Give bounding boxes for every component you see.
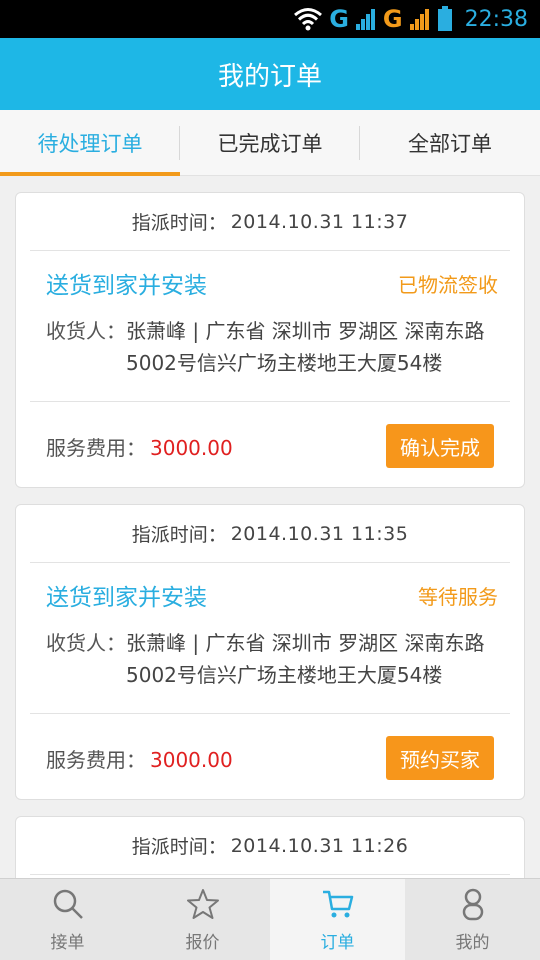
assign-time-value: 2014.10.31 11:37 (230, 210, 409, 233)
assign-time-value: 2014.10.31 11:35 (230, 522, 409, 545)
nav-item-orders[interactable]: 订单 (270, 879, 405, 960)
cart-icon (321, 887, 355, 926)
status-bar: G G 22:38 (0, 0, 540, 38)
page-title: 我的订单 (217, 61, 322, 92)
tab-pending[interactable]: 待处理订单 (0, 110, 180, 176)
nav-item-me[interactable]: 我的 (405, 879, 540, 960)
receiver-label: 收货人： (46, 319, 126, 343)
network-type-1: G (329, 5, 349, 33)
tab-completed-label: 已完成订单 (217, 131, 323, 156)
receiver-address: 张萧峰 | 广东省 深圳市 罗湖区 深南东路5002号信兴广场主楼地王大厦54楼 (126, 319, 485, 375)
order-card[interactable]: 指派时间： 2014.10.31 11:37 送货到家并安装 已物流签收 收货人… (15, 192, 525, 488)
order-card[interactable]: 指派时间： 2014.10.31 11:26 (15, 816, 525, 878)
order-tabs: 待处理订单 已完成订单 全部订单 (0, 110, 540, 176)
assign-time-row: 指派时间： 2014.10.31 11:37 (30, 193, 510, 251)
assign-time-label: 指派时间： (131, 212, 227, 234)
fee-value: 3000.00 (150, 747, 233, 772)
signal-icon (409, 7, 431, 31)
tab-pending-label: 待处理订单 (37, 131, 143, 156)
tab-all[interactable]: 全部订单 (360, 110, 540, 175)
order-list: 指派时间： 2014.10.31 11:37 送货到家并安装 已物流签收 收货人… (0, 176, 540, 878)
search-icon (51, 887, 85, 926)
order-status: 已物流签收 (398, 272, 498, 297)
service-name: 送货到家并安装 (46, 585, 207, 611)
assign-time-value: 2014.10.31 11:26 (230, 834, 409, 857)
nav-item-quote[interactable]: 报价 (135, 879, 270, 960)
nav-item-accept[interactable]: 接单 (0, 879, 135, 960)
assign-time-label: 指派时间： (131, 836, 227, 858)
battery-icon (437, 6, 453, 32)
tab-completed[interactable]: 已完成订单 (180, 110, 360, 175)
order-footer: 服务费用： 3000.00 预约买家 (16, 714, 524, 802)
assign-time-row: 指派时间： 2014.10.31 11:35 (30, 505, 510, 563)
bottom-nav: 接单 报价 订单 我的 (0, 878, 540, 960)
wifi-icon (293, 7, 323, 31)
tab-all-label: 全部订单 (408, 131, 492, 156)
contact-buyer-button[interactable]: 预约买家 (386, 736, 494, 780)
fee-label: 服务费用： (46, 747, 146, 772)
receiver-label: 收货人： (46, 631, 126, 655)
title-bar: 我的订单 (0, 38, 540, 110)
receiver-info: 收货人： 张萧峰 | 广东省 深圳市 罗湖区 深南东路5002号信兴广场主楼地王… (46, 627, 498, 713)
service-name: 送货到家并安装 (46, 273, 207, 299)
nav-label: 我的 (455, 932, 490, 953)
status-time: 22:38 (464, 6, 528, 32)
nav-label: 订单 (320, 932, 355, 953)
signal-icon (355, 7, 377, 31)
order-card[interactable]: 指派时间： 2014.10.31 11:35 送货到家并安装 等待服务 收货人：… (15, 504, 525, 800)
order-status: 等待服务 (418, 584, 498, 609)
receiver-address: 张萧峰 | 广东省 深圳市 罗湖区 深南东路5002号信兴广场主楼地王大厦54楼 (126, 631, 485, 687)
fee-value: 3000.00 (150, 435, 233, 460)
nav-label: 报价 (185, 932, 220, 953)
star-icon (186, 887, 220, 926)
order-body: 送货到家并安装 等待服务 收货人： 张萧峰 | 广东省 深圳市 罗湖区 深南东路… (30, 563, 510, 714)
order-body: 送货到家并安装 已物流签收 收货人： 张萧峰 | 广东省 深圳市 罗湖区 深南东… (30, 251, 510, 402)
confirm-complete-button[interactable]: 确认完成 (386, 424, 494, 468)
receiver-info: 收货人： 张萧峰 | 广东省 深圳市 罗湖区 深南东路5002号信兴广场主楼地王… (46, 315, 498, 401)
assign-time-label: 指派时间： (131, 524, 227, 546)
screen: G G 22:38 我的订单 待处理订单 已完成订单 全部订单 指派时间： 20… (0, 0, 540, 960)
nav-label: 接单 (50, 932, 85, 953)
order-footer: 服务费用： 3000.00 确认完成 (16, 402, 524, 490)
network-type-2: G (382, 5, 403, 33)
assign-time-row: 指派时间： 2014.10.31 11:26 (30, 817, 510, 875)
fee-label: 服务费用： (46, 435, 146, 460)
user-icon (456, 887, 490, 926)
